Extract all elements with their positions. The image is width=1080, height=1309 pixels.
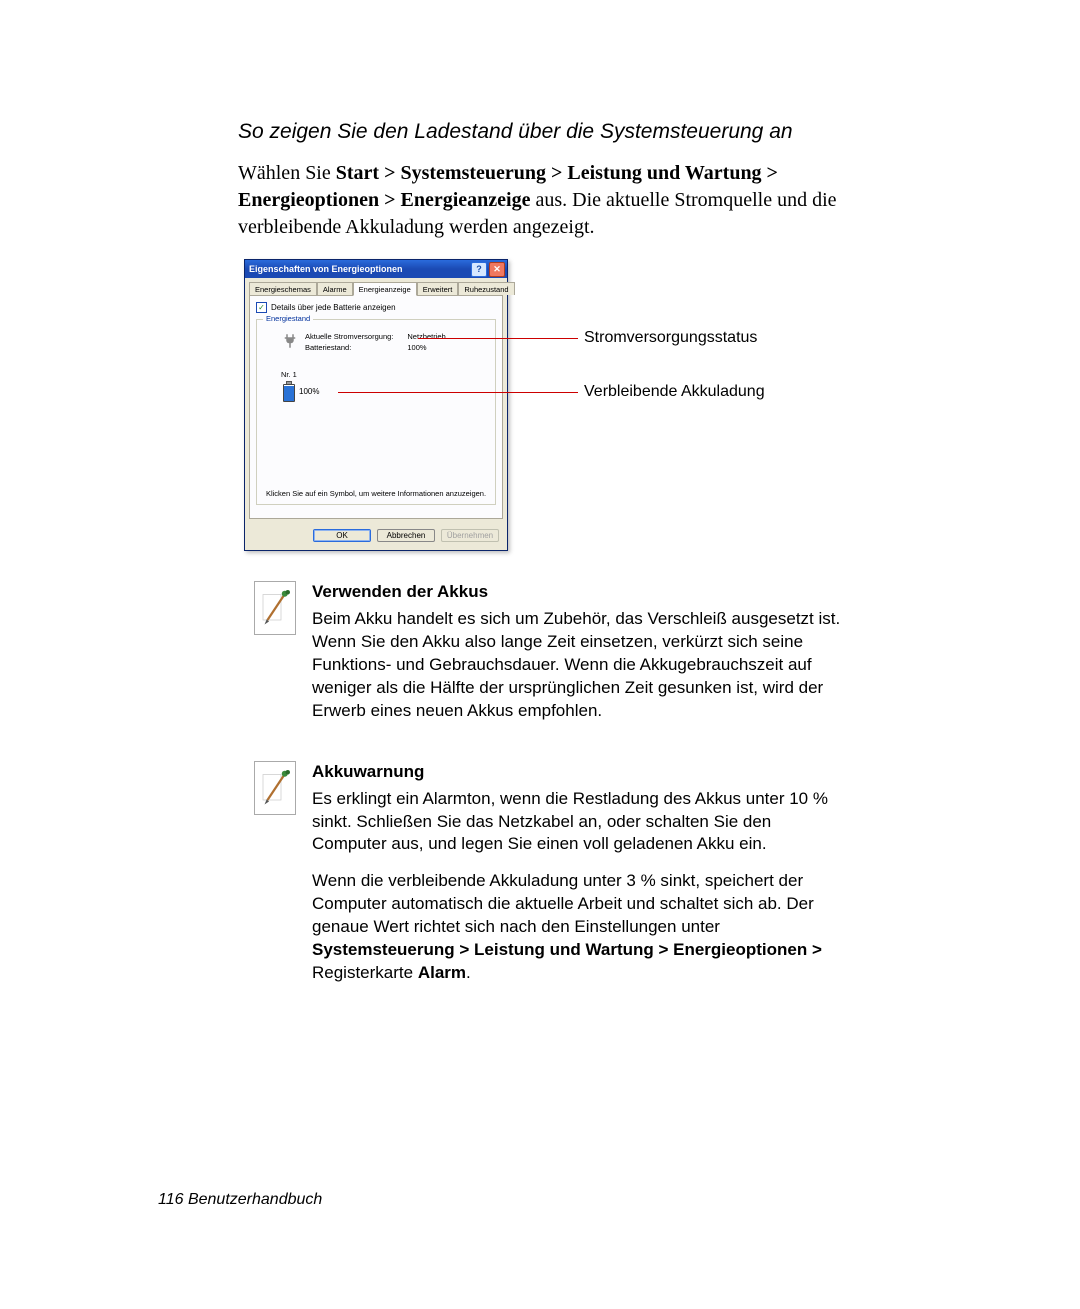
- text: Wenn die verbleibende Akkuladung unter 3…: [312, 871, 814, 936]
- intro-prefix: Wählen Sie: [238, 162, 336, 184]
- nav-path: Systemsteuerung > Leistung und Wartung >…: [312, 940, 822, 959]
- dialog-title: Eigenschaften von Energieoptionen: [249, 264, 403, 274]
- tab-alarme[interactable]: Alarme: [317, 282, 353, 295]
- annotation-status: Stromversorgungsstatus: [584, 329, 757, 347]
- text: .: [466, 963, 471, 982]
- battery-percent: 100%: [299, 387, 319, 396]
- note-paragraph-mixed: Wenn die verbleibende Akkuladung unter 3…: [312, 870, 844, 985]
- note-icon: [254, 581, 296, 635]
- battery-index-label: Nr. 1: [281, 370, 489, 379]
- ok-button[interactable]: OK: [313, 529, 371, 542]
- energy-options-dialog: Eigenschaften von Energieoptionen ? ✕ En…: [244, 259, 508, 551]
- power-source-label: Aktuelle Stromversorgung:: [305, 332, 393, 341]
- note-icon: [254, 761, 296, 815]
- apply-button[interactable]: Übernehmen: [441, 529, 499, 542]
- cancel-button[interactable]: Abbrechen: [377, 529, 435, 542]
- text: Registerkarte: [312, 963, 418, 982]
- note-paragraph: Beim Akku handelt es sich um Zubehör, da…: [312, 608, 844, 723]
- tab-ruhezustand[interactable]: Ruhezustand: [458, 282, 514, 295]
- dialog-tabs: Energieschemas Alarme Energieanzeige Erw…: [245, 278, 507, 295]
- note-akkuwarnung: Akkuwarnung Es erklingt ein Alarmton, we…: [254, 761, 844, 999]
- details-checkbox[interactable]: [256, 302, 267, 313]
- annotation-remaining: Verbleibende Akkuladung: [584, 383, 765, 401]
- page-footer: 116 Benutzerhandbuch: [158, 1191, 322, 1209]
- note-title: Verwenden der Akkus: [312, 581, 844, 604]
- hint-text: Klicken Sie auf ein Symbol, um weitere I…: [257, 489, 495, 498]
- close-button[interactable]: ✕: [489, 262, 505, 277]
- tab-energieanzeige[interactable]: Energieanzeige: [353, 282, 417, 296]
- note-title: Akkuwarnung: [312, 761, 844, 784]
- tab-name: Alarm: [418, 963, 466, 982]
- intro-paragraph: Wählen Sie Start > Systemsteuerung > Lei…: [238, 160, 858, 241]
- note-verwenden-der-akkus: Verwenden der Akkus Beim Akku handelt es…: [254, 581, 844, 737]
- plug-icon: [281, 332, 299, 352]
- battery-level-label: Batteriestand:: [305, 343, 393, 352]
- tab-energieschemas[interactable]: Energieschemas: [249, 282, 317, 295]
- tab-erweitert[interactable]: Erweitert: [417, 282, 459, 295]
- help-button[interactable]: ?: [471, 262, 487, 277]
- details-checkbox-label: Details über jede Batterie anzeigen: [271, 303, 396, 312]
- note-paragraph: Es erklingt ein Alarmton, wenn die Restl…: [312, 788, 844, 857]
- section-title: So zeigen Sie den Ladestand über die Sys…: [238, 120, 1020, 144]
- fieldset-legend: Energiestand: [263, 314, 313, 323]
- battery-icon[interactable]: [281, 381, 295, 401]
- dialog-titlebar[interactable]: Eigenschaften von Energieoptionen ? ✕: [245, 260, 507, 278]
